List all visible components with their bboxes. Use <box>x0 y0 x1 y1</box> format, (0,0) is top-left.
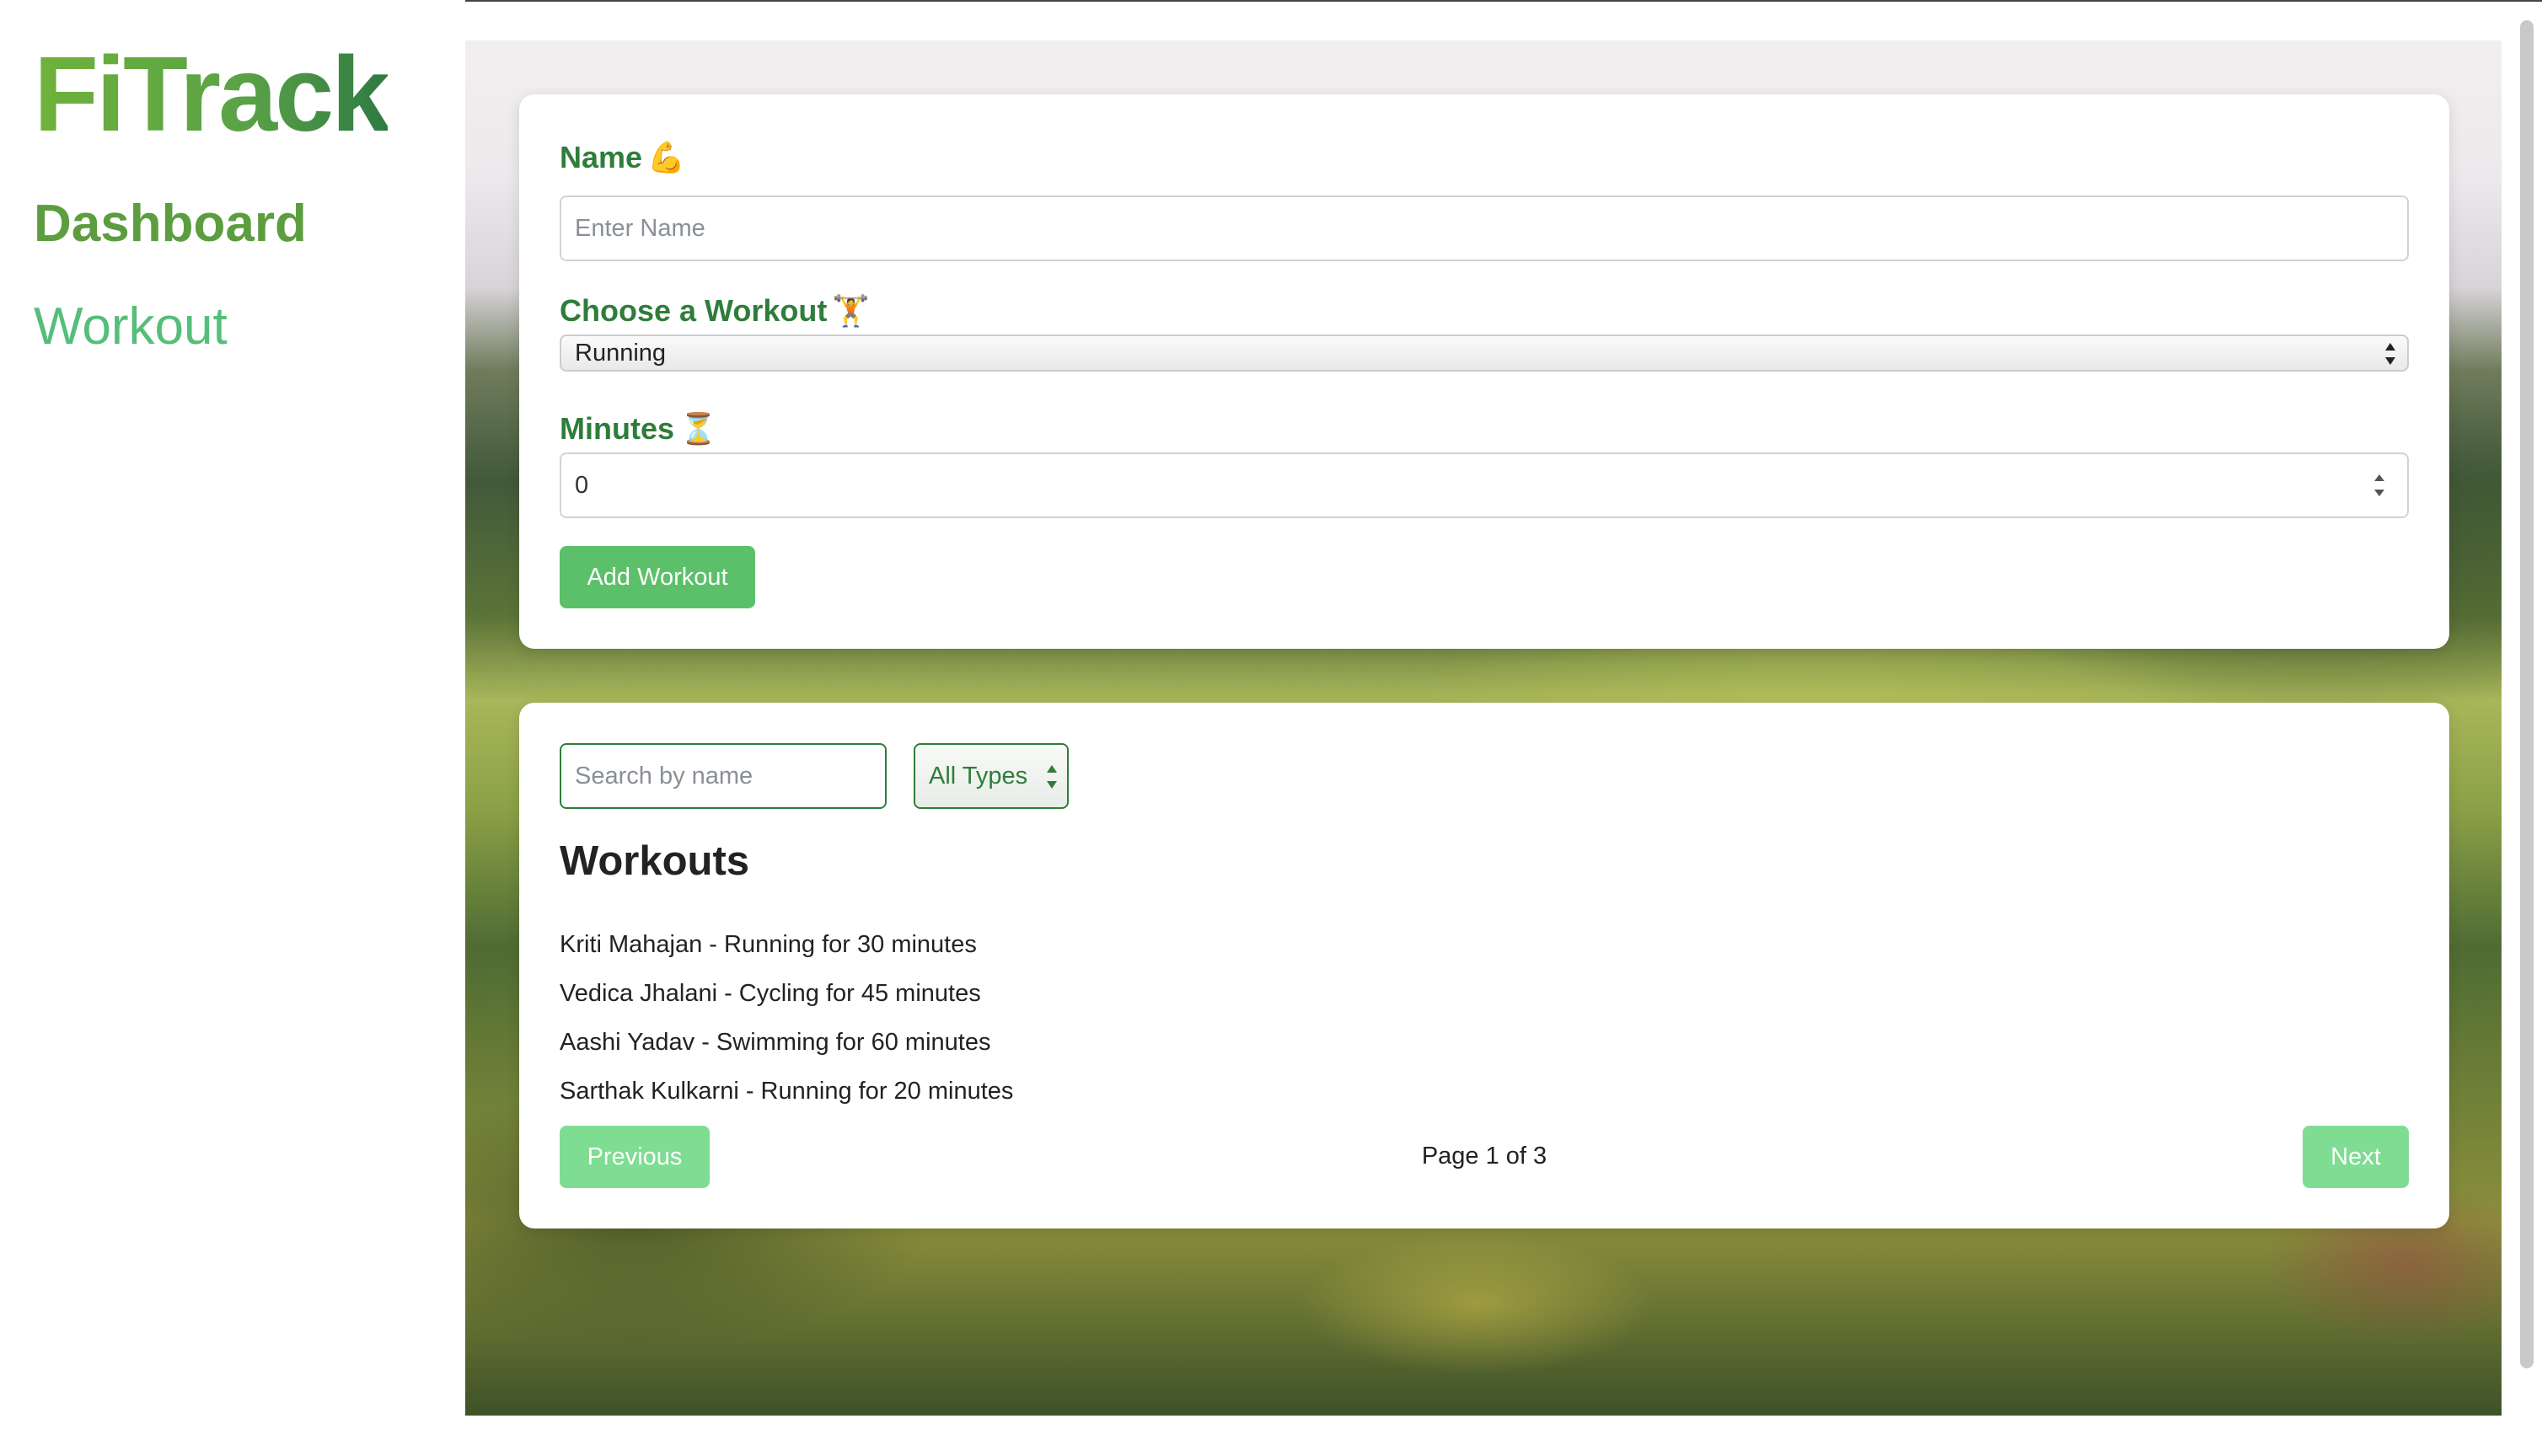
list-item: Aashi Yadav - Swimming for 60 minutes <box>560 1029 991 1056</box>
weight-lifter-icon: 🏋️ <box>832 293 871 328</box>
page-indicator: Page 1 of 3 <box>1421 1143 1547 1170</box>
list-item: Kriti Mahajan - Running for 30 minutes <box>560 931 977 958</box>
add-workout-button[interactable]: Add Workout <box>560 546 755 608</box>
workout-label-text: Choose a Workout <box>560 293 828 328</box>
type-filter-selected: All Types <box>929 762 1028 790</box>
minutes-input[interactable] <box>560 452 2409 518</box>
name-label: Name 💪 <box>560 140 685 175</box>
minutes-label-text: Minutes <box>560 411 675 446</box>
type-filter-select[interactable]: All Types <box>914 743 1069 809</box>
workouts-card: All Types Workouts Kriti Mahajan - Runni… <box>519 703 2449 1228</box>
list-item: Vedica Jhalani - Cycling for 45 minutes <box>560 980 981 1007</box>
stepper-arrows-icon[interactable] <box>2372 471 2389 500</box>
nav-dashboard-link[interactable]: Dashboard <box>34 194 307 254</box>
name-label-text: Name <box>560 140 643 174</box>
workout-type-select[interactable]: Running <box>560 335 2409 372</box>
app-root: FiTrack Dashboard Workout Name💪 Choose a… <box>0 0 2542 1456</box>
minutes-label: Minutes ⏳ <box>560 411 717 447</box>
flexed-biceps-icon: 💪 <box>647 140 685 174</box>
list-item: Sarthak Kulkarni - Running for 20 minute… <box>560 1078 1014 1105</box>
workout-label: Choose a Workout 🏋️ <box>560 293 870 329</box>
hourglass-icon: ⏳ <box>679 411 717 446</box>
minutes-field <box>560 452 2409 518</box>
workout-type-selected: Running <box>575 339 667 367</box>
select-chevron-icon <box>1045 763 1059 790</box>
name-input[interactable] <box>560 195 2409 261</box>
workout-list: Kriti Mahajan - Running for 30 minutes V… <box>560 920 1013 1116</box>
sidebar: FiTrack Dashboard Workout <box>0 0 465 1456</box>
select-chevron-icon <box>2384 341 2397 367</box>
search-by-name-input[interactable] <box>560 743 887 809</box>
workouts-heading: Workouts <box>560 838 750 884</box>
nav-workout-link[interactable]: Workout <box>34 297 228 356</box>
brand-logo: FiTrack <box>34 34 390 156</box>
page-scrollbar[interactable] <box>2520 20 2534 1368</box>
add-workout-card: Name💪 Choose a Workout🏋️ Running Minutes… <box>519 94 2449 649</box>
next-button[interactable]: Next <box>2303 1126 2409 1188</box>
